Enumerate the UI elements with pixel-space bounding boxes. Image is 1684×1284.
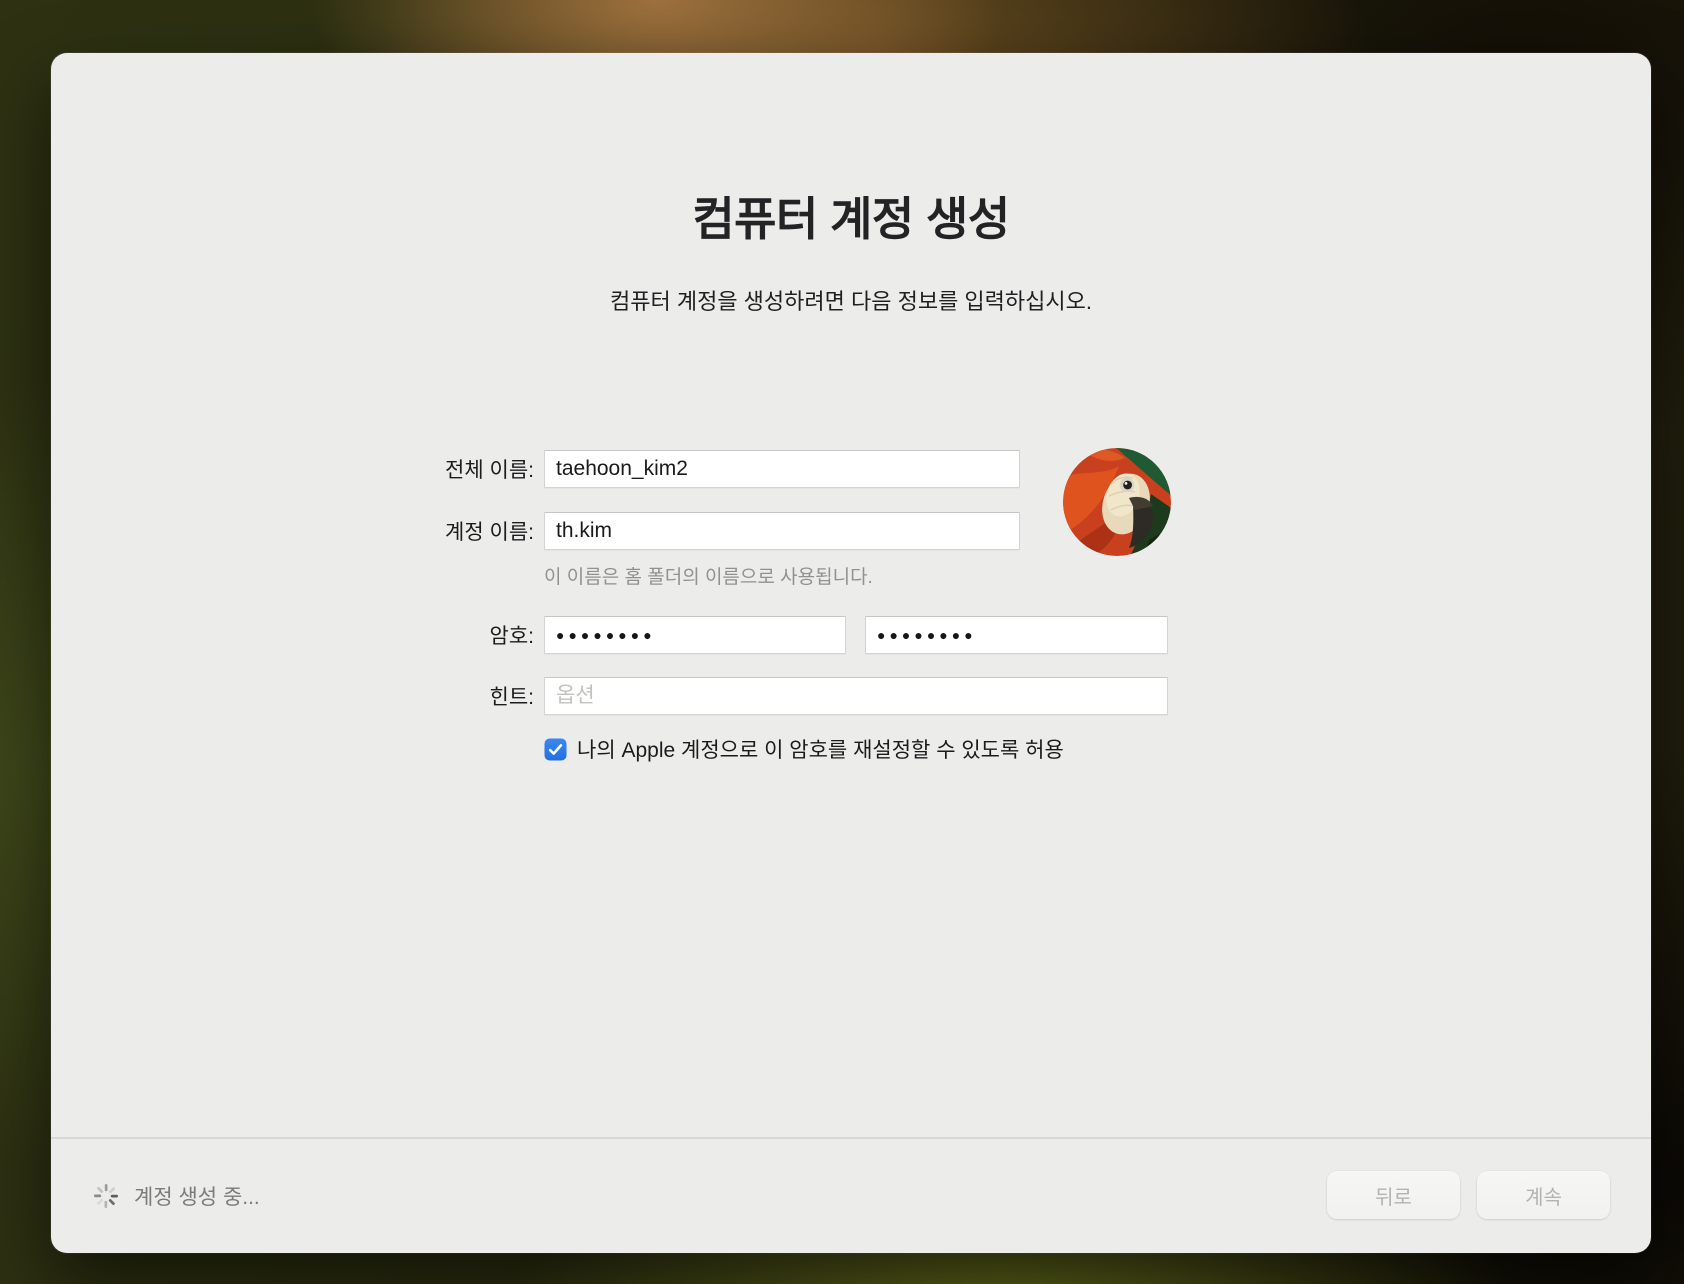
hint-label: 힌트:: [354, 681, 534, 711]
hint-input[interactable]: [544, 677, 1168, 715]
desktop-background: 컴퓨터 계정 생성 컴퓨터 계정을 생성하려면 다음 정보를 입력하십시오. 전…: [0, 0, 1684, 1284]
account-name-helper-text: 이 이름은 홈 폴더의 이름으로 사용됩니다.: [544, 562, 873, 589]
full-name-input[interactable]: [544, 450, 1020, 488]
account-name-label: 계정 이름:: [354, 516, 534, 546]
page-subtitle: 컴퓨터 계정을 생성하려면 다음 정보를 입력하십시오.: [51, 286, 1651, 318]
continue-button[interactable]: 계속: [1477, 1171, 1610, 1219]
password-verify-input[interactable]: [865, 616, 1168, 654]
password-label: 암호:: [354, 620, 534, 650]
footer-divider: [51, 1137, 1651, 1139]
account-name-input[interactable]: [544, 512, 1020, 550]
apple-reset-checkbox-label: 나의 Apple 계정으로 이 암호를 재설정할 수 있도록 허용: [577, 734, 1064, 764]
footer-status: 계정 생성 중...: [92, 1171, 260, 1221]
hint-row: 힌트:: [354, 677, 1168, 715]
account-name-row: 계정 이름:: [354, 512, 1020, 550]
status-text: 계정 생성 중...: [134, 1181, 260, 1211]
apple-reset-checkbox-row[interactable]: 나의 Apple 계정으로 이 암호를 재설정할 수 있도록 허용: [544, 734, 1064, 764]
full-name-row: 전체 이름:: [354, 450, 1020, 488]
parrot-avatar-image: [1063, 448, 1171, 556]
account-avatar[interactable]: [1063, 448, 1171, 556]
full-name-label: 전체 이름:: [354, 454, 534, 484]
password-input[interactable]: [544, 616, 846, 654]
checked-checkbox-icon[interactable]: [544, 738, 567, 761]
password-row: 암호:: [354, 616, 1168, 654]
page-title: 컴퓨터 계정 생성: [51, 189, 1651, 249]
back-button[interactable]: 뒤로: [1327, 1171, 1460, 1219]
setup-assistant-window: 컴퓨터 계정 생성 컴퓨터 계정을 생성하려면 다음 정보를 입력하십시오. 전…: [51, 53, 1651, 1253]
progress-spinner-icon: [92, 1182, 120, 1210]
